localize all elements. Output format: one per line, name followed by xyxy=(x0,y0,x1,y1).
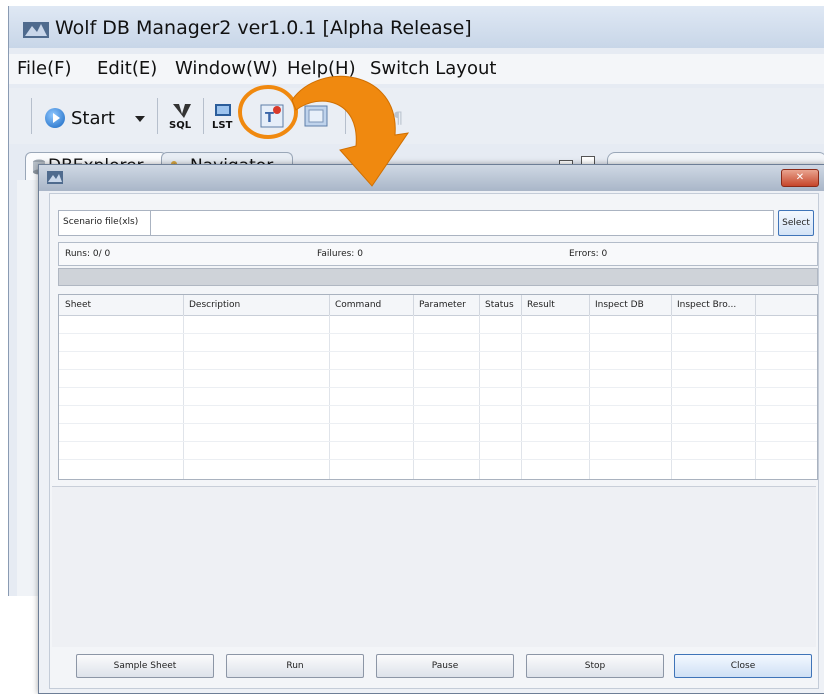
scenario-file-input[interactable] xyxy=(150,210,774,236)
dialog-title-bar: ✕ xyxy=(39,165,824,191)
start-button[interactable]: Start xyxy=(45,104,115,132)
menu-help[interactable]: Help(H) xyxy=(287,58,356,79)
toolbar-separator xyxy=(203,98,204,134)
grid-line xyxy=(671,315,672,479)
menu-edit[interactable]: Edit(E) xyxy=(97,58,157,79)
log-area[interactable] xyxy=(52,486,816,647)
menu-window[interactable]: Window(W) xyxy=(175,58,278,79)
column-header-command[interactable]: Command xyxy=(329,295,414,315)
sql-icon[interactable]: SQL xyxy=(169,102,195,130)
start-label: Start xyxy=(71,107,115,129)
chevron-down-icon[interactable] xyxy=(135,116,145,122)
toolbar-separator xyxy=(31,98,32,134)
scenario-test-dialog: ✕ Scenario file(xls) Select Runs: 0/ 0 F… xyxy=(38,164,824,694)
select-button[interactable]: Select xyxy=(778,210,814,236)
svg-text:T: T xyxy=(265,111,274,126)
column-header-inspect-db[interactable]: Inspect DB xyxy=(589,295,672,315)
scenario-file-label: Scenario file(xls) xyxy=(63,217,139,227)
menu-file[interactable]: File(F) xyxy=(17,58,72,79)
column-header-parameter[interactable]: Parameter xyxy=(413,295,480,315)
test-status-row: Runs: 0/ 0 Failures: 0 Errors: 0 xyxy=(58,242,818,266)
table-header: Sheet Description Command Parameter Stat… xyxy=(59,295,817,316)
window-title: Wolf DB Manager2 ver1.0.1 [Alpha Release… xyxy=(55,17,472,39)
toolbar-separator xyxy=(157,98,158,134)
toolbar: Start SQL LST T 4 ¶ xyxy=(9,88,824,144)
column-header-description[interactable]: Description xyxy=(183,295,330,315)
grid-line xyxy=(59,405,817,406)
scenario-file-label-box: Scenario file(xls) xyxy=(58,210,152,236)
results-table: Sheet Description Command Parameter Stat… xyxy=(58,294,818,480)
svg-text:SQL: SQL xyxy=(169,120,192,130)
grid-line xyxy=(413,315,414,479)
disabled-icon: 4 xyxy=(360,107,378,125)
title-bar: Wolf DB Manager2 ver1.0.1 [Alpha Release… xyxy=(9,6,824,48)
grid-line xyxy=(59,369,817,370)
paragraph-icon: ¶ xyxy=(393,108,403,127)
runs-count: Runs: 0/ 0 xyxy=(65,249,111,259)
lst-icon[interactable]: LST xyxy=(211,102,237,130)
grid-line xyxy=(521,315,522,479)
column-header-sheet[interactable]: Sheet xyxy=(59,295,184,315)
grid-line xyxy=(329,315,330,479)
close-icon[interactable]: ✕ xyxy=(781,169,819,187)
play-icon xyxy=(45,108,65,128)
db-icon[interactable] xyxy=(303,102,329,130)
grid-line xyxy=(59,441,817,442)
close-button[interactable]: Close xyxy=(674,654,812,678)
column-header-result[interactable]: Result xyxy=(521,295,590,315)
stop-button[interactable]: Stop xyxy=(526,654,664,678)
svg-text:¶: ¶ xyxy=(393,108,403,127)
grid-line xyxy=(589,315,590,479)
svg-text:4: 4 xyxy=(364,113,370,124)
scenario-test-icon[interactable]: T xyxy=(259,102,285,130)
grid-line xyxy=(183,315,184,479)
svg-text:LST: LST xyxy=(212,120,233,130)
grid-line xyxy=(755,315,756,479)
menu-bar: File(F) Edit(E) Window(W) Help(H) Switch… xyxy=(9,54,824,84)
column-header-inspect-browser[interactable]: Inspect Bro... xyxy=(671,295,756,315)
pause-button[interactable]: Pause xyxy=(376,654,514,678)
app-logo-icon xyxy=(23,22,49,38)
sample-sheet-button[interactable]: Sample Sheet xyxy=(76,654,214,678)
grid-line xyxy=(479,315,480,479)
failures-count: Failures: 0 xyxy=(317,249,363,259)
grid-line xyxy=(59,423,817,424)
app-logo-icon xyxy=(47,171,63,184)
grid-line xyxy=(59,333,817,334)
column-header-status[interactable]: Status xyxy=(479,295,522,315)
menu-switch-layout[interactable]: Switch Layout xyxy=(370,58,496,79)
toolbar-separator xyxy=(345,98,346,134)
grid-line xyxy=(59,459,817,460)
progress-bar xyxy=(58,268,818,286)
grid-line xyxy=(59,387,817,388)
run-button[interactable]: Run xyxy=(226,654,364,678)
errors-count: Errors: 0 xyxy=(569,249,608,259)
grid-line xyxy=(59,351,817,352)
dialog-body: Scenario file(xls) Select Runs: 0/ 0 Fai… xyxy=(49,193,819,689)
